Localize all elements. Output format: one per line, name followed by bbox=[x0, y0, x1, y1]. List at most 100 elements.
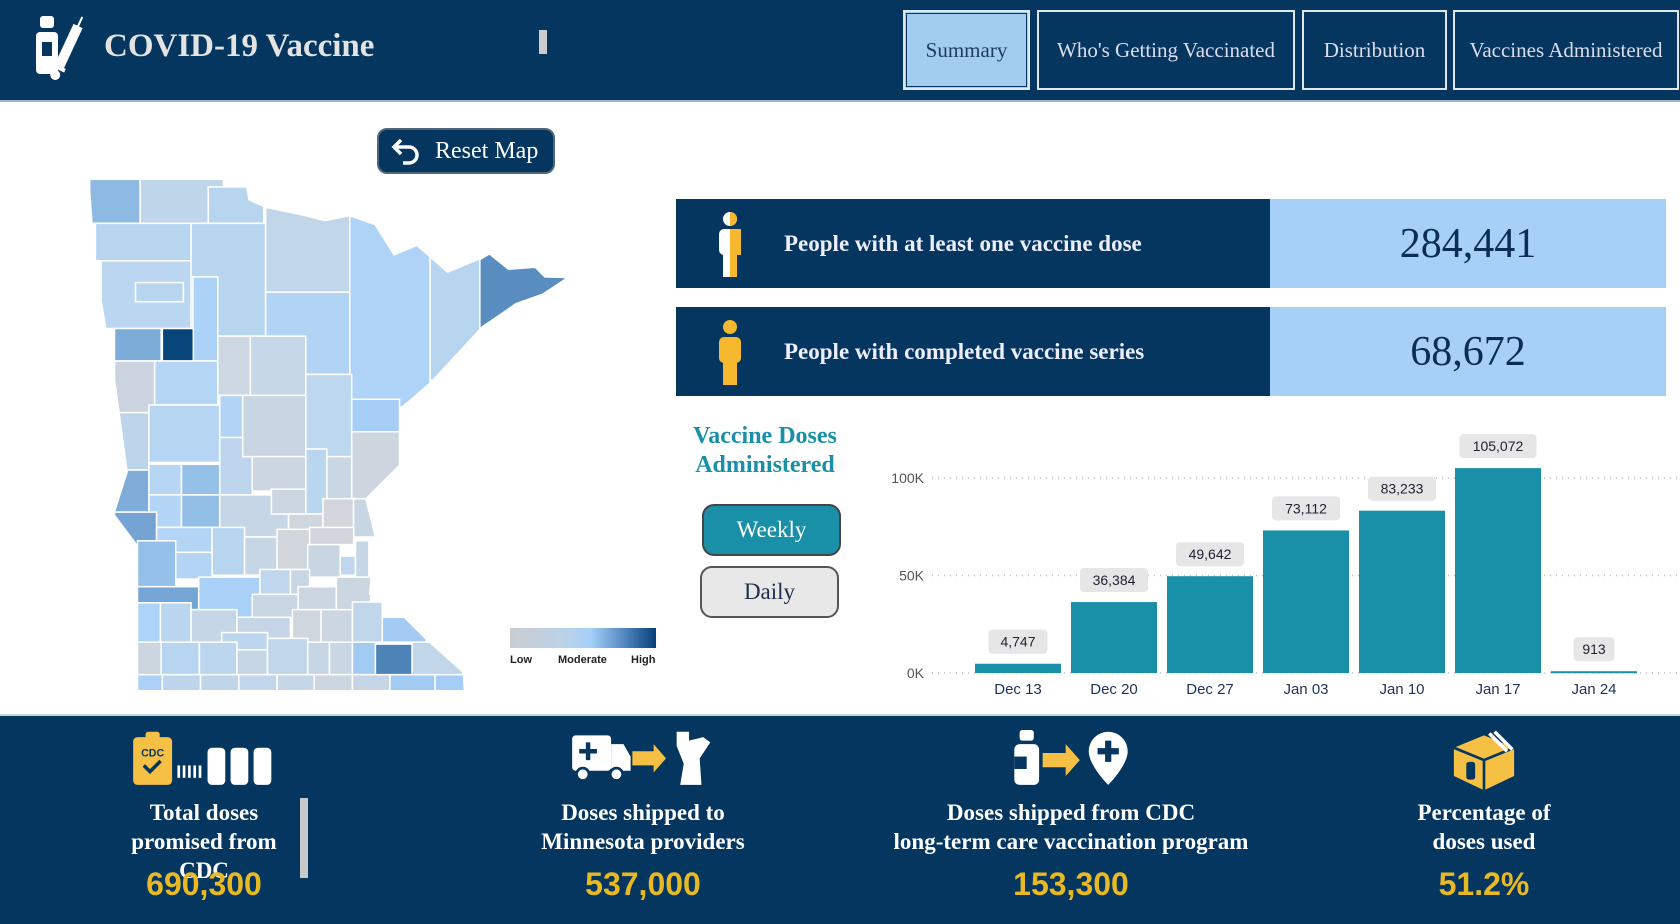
footer-stat-value: 51.2% bbox=[1438, 866, 1530, 902]
kpi-completed-series: People with completed vaccine series 68,… bbox=[676, 307, 1666, 396]
tab-vaccines-administered[interactable]: Vaccines Administered bbox=[1453, 10, 1679, 90]
county bbox=[113, 327, 162, 362]
county bbox=[153, 360, 219, 406]
county bbox=[180, 463, 221, 496]
county bbox=[136, 641, 162, 676]
county bbox=[136, 673, 164, 690]
label-line: Percentage of bbox=[1417, 800, 1551, 825]
county bbox=[136, 602, 162, 643]
county bbox=[339, 555, 357, 576]
county bbox=[217, 335, 252, 397]
label-line: Doses shipped to bbox=[561, 800, 725, 825]
county bbox=[374, 643, 413, 676]
bar bbox=[1167, 576, 1253, 673]
tab-whos-getting-vaccinated[interactable]: Who's Getting Vaccinated bbox=[1037, 10, 1295, 90]
vaccine-box-icon bbox=[1453, 730, 1515, 791]
label-line: Doses shipped from CDC bbox=[946, 800, 1196, 825]
kpi-value: 284,441 bbox=[1270, 199, 1666, 288]
app-title: COVID-19 Vaccine bbox=[104, 28, 375, 64]
county bbox=[241, 394, 307, 458]
daily-button[interactable]: Daily bbox=[700, 566, 839, 618]
cdc-clipboard-vials-icon: CDC bbox=[133, 731, 272, 785]
kpi-label: People with completed vaccine series bbox=[784, 338, 1145, 364]
county bbox=[251, 593, 299, 620]
data-label: 49,642 bbox=[1189, 546, 1232, 562]
data-label: 4,747 bbox=[1000, 634, 1035, 650]
county bbox=[411, 641, 464, 676]
county bbox=[270, 488, 307, 515]
x-tick-label: Jan 03 bbox=[1283, 681, 1328, 698]
county bbox=[326, 455, 353, 500]
minnesota-county-map[interactable] bbox=[80, 120, 680, 690]
county bbox=[313, 673, 354, 690]
bar bbox=[1263, 530, 1349, 673]
county bbox=[291, 608, 322, 643]
title-line: Vaccine Doses bbox=[693, 423, 837, 449]
county bbox=[352, 497, 376, 538]
vaccine-vial-syringe-icon bbox=[36, 16, 84, 80]
label-line: doses used bbox=[1432, 829, 1536, 854]
county bbox=[308, 526, 355, 546]
data-label: 913 bbox=[1582, 641, 1606, 657]
header-divider bbox=[539, 30, 547, 54]
county bbox=[251, 455, 307, 492]
footer-stats: CDC Total doses promised from CDC 690,300 Dos… bbox=[0, 714, 1680, 924]
county bbox=[297, 585, 338, 611]
y-tick-label: 100K bbox=[891, 470, 924, 486]
county bbox=[320, 608, 354, 643]
county bbox=[381, 616, 428, 643]
legend-moderate: Moderate bbox=[558, 654, 607, 666]
county bbox=[434, 673, 466, 690]
county bbox=[89, 178, 141, 225]
footer-stat-label: Percentage of doses used bbox=[1274, 798, 1680, 856]
county bbox=[351, 601, 384, 643]
county bbox=[350, 431, 401, 500]
county bbox=[429, 256, 481, 381]
data-label: 83,233 bbox=[1381, 481, 1424, 497]
county bbox=[479, 252, 571, 330]
county bbox=[198, 641, 238, 676]
x-tick-label: Dec 20 bbox=[1090, 681, 1138, 698]
bar bbox=[1551, 671, 1637, 674]
county bbox=[351, 673, 391, 690]
county bbox=[276, 673, 315, 690]
bar bbox=[1455, 468, 1541, 673]
county bbox=[306, 641, 331, 676]
y-tick-label: 50K bbox=[899, 568, 925, 584]
reset-map-label: Reset Map bbox=[435, 137, 539, 164]
label-line: long-term care vaccination program bbox=[893, 829, 1249, 854]
tab-distribution[interactable]: Distribution bbox=[1302, 10, 1447, 90]
county bbox=[276, 528, 311, 571]
undo-arrow-icon bbox=[391, 138, 419, 165]
x-tick-label: Dec 13 bbox=[994, 681, 1042, 698]
bar bbox=[1071, 602, 1157, 673]
county bbox=[161, 327, 195, 362]
doses-chart-title: Vaccine Doses Administered bbox=[680, 422, 850, 480]
doses-bar-chart: 0K 50K 100K 4,747 Dec 13 36,384 Dec 20 49,642 De… bbox=[891, 434, 1680, 698]
tab-summary[interactable]: Summary bbox=[903, 10, 1030, 90]
footer-stat-value: 690,300 bbox=[146, 866, 262, 902]
scrollbar[interactable] bbox=[300, 798, 308, 878]
county bbox=[349, 215, 431, 408]
header: COVID-19 Vaccine Summary Who's Getting V… bbox=[0, 0, 1680, 102]
bar bbox=[975, 663, 1061, 673]
vial-to-clinic-icon bbox=[1014, 730, 1128, 785]
label-line: Minnesota providers bbox=[541, 829, 745, 854]
county bbox=[159, 602, 192, 643]
footer-stat-value: 153,300 bbox=[1013, 866, 1129, 902]
bar bbox=[1359, 510, 1445, 673]
x-tick-label: Jan 17 bbox=[1475, 681, 1520, 698]
weekly-button[interactable]: Weekly bbox=[702, 504, 841, 556]
county bbox=[148, 463, 183, 496]
y-tick-label: 0K bbox=[907, 665, 925, 681]
county bbox=[328, 641, 354, 676]
reset-map-button[interactable]: Reset Map bbox=[377, 128, 555, 174]
truck-to-minnesota-icon bbox=[572, 731, 711, 785]
county bbox=[218, 394, 244, 439]
data-label: 73,112 bbox=[1285, 500, 1327, 516]
county bbox=[238, 673, 278, 690]
county bbox=[211, 526, 246, 577]
footer-stat-label: Doses shipped from CDC long-term care vac… bbox=[861, 798, 1281, 856]
county bbox=[350, 398, 401, 433]
county bbox=[148, 404, 221, 464]
